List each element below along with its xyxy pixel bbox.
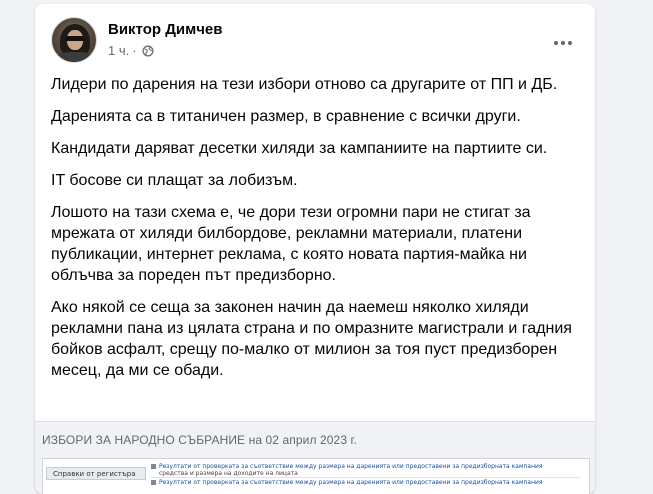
timestamp[interactable]: 1 ч. bbox=[108, 43, 129, 58]
post-card: Виктор Димчев 1 ч. · Лидери по дарения н… bbox=[35, 4, 595, 494]
post-header: Виктор Димчев 1 ч. · bbox=[51, 17, 579, 65]
avatar-shirt bbox=[56, 52, 94, 62]
author-name[interactable]: Виктор Димчев bbox=[108, 21, 222, 38]
post-paragraph: IT босове си плащат за лобизъм. bbox=[51, 172, 298, 189]
post-paragraph: Ако някой се сеща за законен начин да на… bbox=[51, 299, 572, 379]
meta-separator: · bbox=[132, 43, 137, 58]
preview-row-sub: средства и размера на доходите на лицата bbox=[159, 470, 298, 477]
post-paragraph: Кандидати даряват десетки хиляди за камп… bbox=[51, 140, 548, 157]
preview-row: Резултати от проверката за съответствие … bbox=[151, 463, 581, 470]
link-preview[interactable]: ИЗБОРИ ЗА НАРОДНО СЪБРАНИЕ на 02 април 2… bbox=[35, 421, 595, 494]
post-paragraph: Лошото на тази схема е, че дори тези огр… bbox=[51, 204, 531, 284]
more-options-icon bbox=[554, 41, 572, 45]
globe-icon[interactable] bbox=[142, 45, 154, 57]
avatar-glasses bbox=[66, 36, 84, 41]
avatar[interactable] bbox=[51, 17, 97, 63]
document-icon bbox=[151, 464, 156, 469]
post-meta: 1 ч. · bbox=[108, 43, 154, 58]
registry-button: Справки от регистъра bbox=[46, 467, 146, 480]
link-preview-title[interactable]: ИЗБОРИ ЗА НАРОДНО СЪБРАНИЕ на 02 април 2… bbox=[42, 433, 357, 447]
post-body: Лидери по дарения на тези избори отново … bbox=[51, 74, 581, 392]
preview-divider bbox=[151, 477, 581, 478]
post-paragraph: Даренията са в титаничен размер, в сравн… bbox=[51, 108, 521, 125]
preview-row: Резултати от проверката за съответствие … bbox=[151, 479, 581, 486]
link-preview-image[interactable]: Справки от регистъра Резултати от провер… bbox=[42, 458, 590, 494]
post-paragraph: Лидери по дарения на тези избори отново … bbox=[51, 76, 558, 93]
more-options-button[interactable] bbox=[545, 25, 581, 61]
